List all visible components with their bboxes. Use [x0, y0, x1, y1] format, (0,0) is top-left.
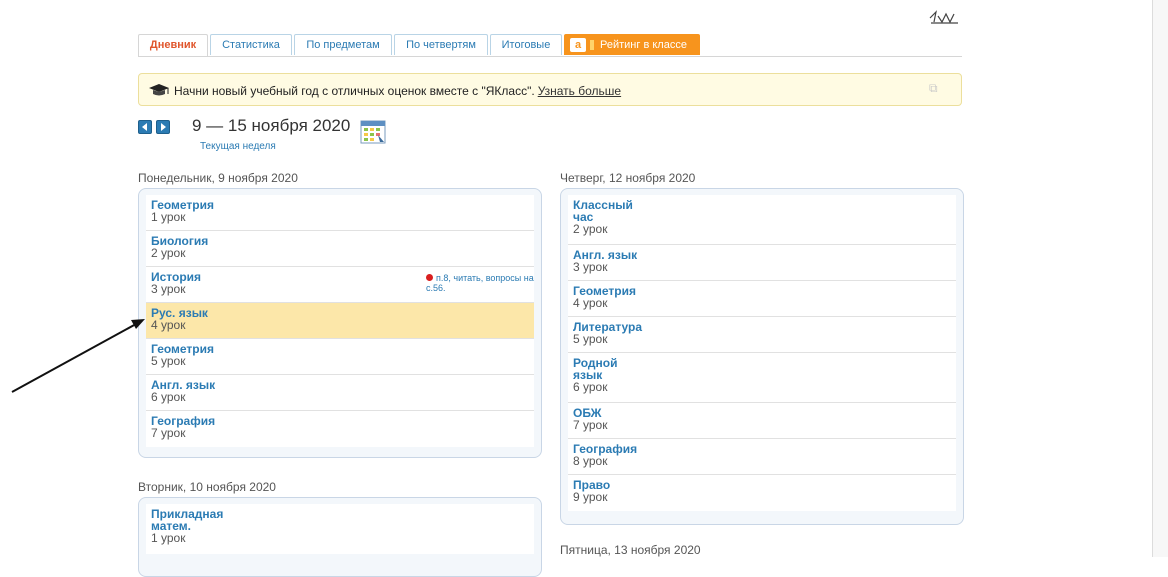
lesson-number: 5 урок — [573, 332, 608, 346]
lesson-item[interactable]: География 8 урок — [568, 439, 956, 475]
lesson-item[interactable]: Англ. язык 6 урок — [146, 375, 534, 411]
lesson-number: 4 урок — [573, 296, 608, 310]
lesson-number: 8 урок — [573, 454, 608, 468]
tab-class-rating-label: Рейтинг в классе — [600, 39, 687, 51]
lesson-subject: Прикладная матем. — [151, 507, 224, 533]
promo-banner: Начни новый учебный год с отличных оцено… — [138, 73, 962, 106]
lesson-number: 1 урок — [151, 210, 186, 224]
homework-dot-icon — [426, 274, 433, 281]
day-card-tuesday: Прикладная матем. 1 урок — [138, 497, 542, 577]
lesson-item[interactable]: Геометрия 5 урок — [146, 339, 534, 375]
tab-bar: Дневник Статистика По предметам По четве… — [138, 34, 962, 57]
lesson-subject: Геометрия — [151, 342, 215, 356]
lesson-list-thursday: Классный час 2 урок Англ. язык 3 урок Ге… — [568, 195, 956, 511]
lesson-item[interactable]: Прикладная матем. 1 урок — [146, 504, 534, 554]
rating-logo-icon: a — [570, 38, 586, 52]
lesson-list-tuesday: Прикладная матем. 1 урок — [146, 504, 534, 554]
lesson-item[interactable]: Литература 5 урок — [568, 317, 956, 353]
scrollbar[interactable] — [1152, 0, 1168, 557]
lesson-number: 6 урок — [151, 390, 186, 404]
lesson-subject: Англ. язык — [151, 378, 216, 392]
day-title-thursday: Четверг, 12 ноября 2020 — [560, 171, 696, 185]
banner-learn-more-link[interactable]: Узнать больше — [538, 84, 621, 98]
lesson-subject: Классный час — [573, 198, 633, 224]
lesson-number: 2 урок — [573, 222, 608, 236]
next-week-button[interactable] — [156, 120, 170, 134]
lesson-item[interactable]: Геометрия 4 урок — [568, 281, 956, 317]
banner-close-icon[interactable]: ⧉ — [929, 82, 941, 94]
lesson-subject: Англ. язык — [573, 248, 638, 262]
lesson-subject: География — [573, 442, 638, 456]
lesson-number: 9 урок — [573, 490, 608, 504]
lesson-item[interactable]: Право 9 урок — [568, 475, 956, 511]
day-title-monday: Понедельник, 9 ноября 2020 — [138, 171, 298, 185]
lesson-item[interactable]: История 3 урок п.8, читать, вопросы на с… — [146, 267, 534, 303]
lesson-subject: Геометрия — [573, 284, 637, 298]
lesson-item[interactable]: Геометрия 1 урок — [146, 195, 534, 231]
lesson-item[interactable]: Родной язык 6 урок — [568, 353, 956, 403]
graduation-cap-icon — [149, 84, 169, 96]
tab-statistics[interactable]: Статистика — [210, 34, 292, 55]
calendar-icon[interactable] — [360, 118, 386, 144]
day-card-monday: Геометрия 1 урок Биология 2 урок История… — [138, 188, 542, 458]
lesson-subject: Рус. язык — [151, 306, 208, 320]
homework-note[interactable]: п.8, читать, вопросы на с.56. — [426, 273, 536, 293]
day-title-tuesday: Вторник, 10 ноября 2020 — [138, 480, 276, 494]
lesson-item[interactable]: ОБЖ 7 урок — [568, 403, 956, 439]
lesson-number: 3 урок — [573, 260, 608, 274]
lesson-item[interactable]: География 7 урок — [146, 411, 534, 447]
lesson-number: 7 урок — [151, 426, 186, 440]
tab-final[interactable]: Итоговые — [490, 34, 562, 55]
lesson-subject: Биология — [151, 234, 209, 248]
lesson-item[interactable]: Биология 2 урок — [146, 231, 534, 267]
lesson-number: 1 урок — [151, 531, 186, 545]
lesson-number: 7 урок — [573, 418, 608, 432]
day-title-friday: Пятница, 13 ноября 2020 — [560, 543, 701, 557]
lesson-subject: Родной язык — [573, 356, 618, 382]
lesson-subject: ОБЖ — [573, 406, 602, 420]
lesson-number: 5 урок — [151, 354, 186, 368]
tab-by-quarters[interactable]: По четвертям — [394, 34, 488, 55]
lesson-subject: Геометрия — [151, 198, 215, 212]
week-range: 9 — 15 ноября 2020 — [192, 116, 351, 135]
lesson-item[interactable]: Англ. язык 3 урок — [568, 245, 956, 281]
day-card-thursday: Классный час 2 урок Англ. язык 3 урок Ге… — [560, 188, 964, 525]
banner-text: Начни новый учебный год с отличных оцено… — [174, 84, 622, 98]
tab-diary[interactable]: Дневник — [138, 34, 208, 56]
lesson-subject: Литература — [573, 320, 643, 334]
lesson-subject: Право — [573, 478, 611, 492]
arrow-left-icon — [142, 123, 147, 131]
tab-by-subjects[interactable]: По предметам — [294, 34, 392, 55]
lesson-number: 2 урок — [151, 246, 186, 260]
lesson-subject: География — [151, 414, 216, 428]
prev-week-button[interactable] — [138, 120, 152, 134]
lesson-number: 4 урок — [151, 318, 186, 332]
signature-icon — [929, 10, 958, 24]
arrow-right-icon — [161, 123, 166, 131]
lesson-item[interactable]: Классный час 2 урок — [568, 195, 956, 245]
lesson-list-monday: Геометрия 1 урок Биология 2 урок История… — [146, 195, 534, 447]
lesson-item-highlighted[interactable]: Рус. язык 4 урок — [146, 303, 534, 339]
current-week-link[interactable]: Текущая неделя — [200, 141, 276, 152]
rating-divider — [590, 40, 594, 51]
lesson-number: 6 урок — [573, 380, 608, 394]
tab-class-rating[interactable]: a Рейтинг в классе — [564, 34, 700, 55]
